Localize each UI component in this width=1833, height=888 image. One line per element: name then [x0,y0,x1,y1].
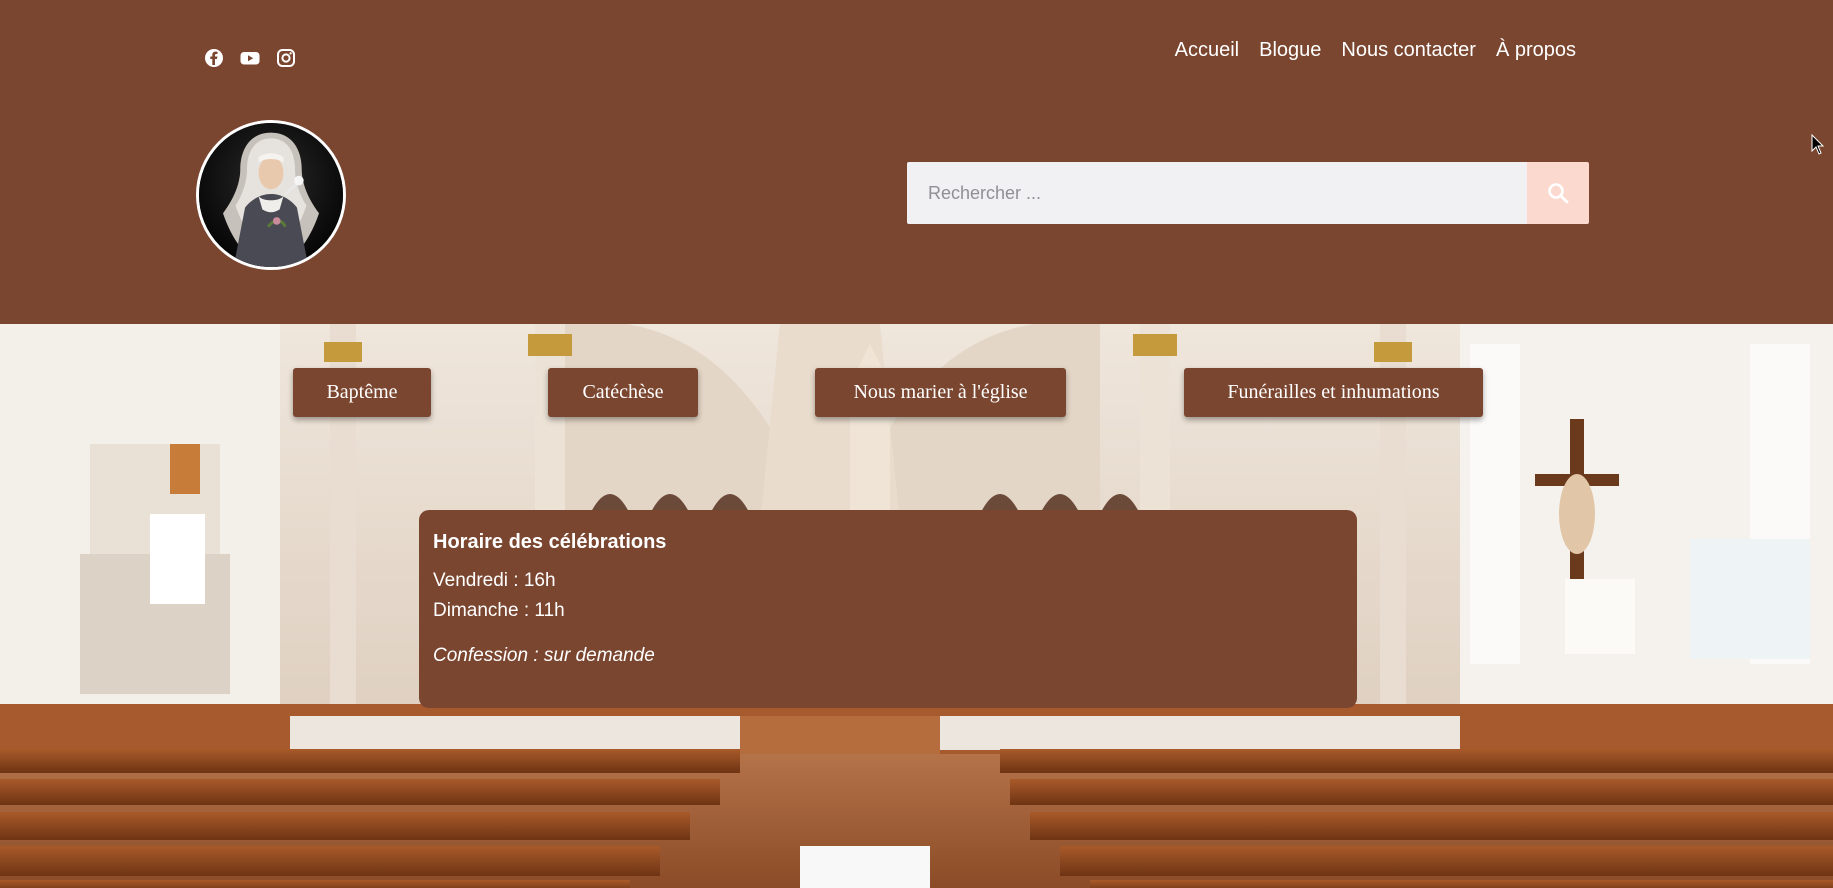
nav-accueil[interactable]: Accueil [1175,39,1239,62]
schedule-confession: Confession : sur demande [433,645,655,666]
search-icon [1547,182,1569,204]
schedule-card: Horaire des célébrations Vendredi : 16h … [419,510,1357,708]
nav-blogue[interactable]: Blogue [1259,39,1321,62]
catechese-button[interactable]: Catéchèse [548,368,698,417]
social-links [204,48,296,68]
search-input[interactable] [907,162,1527,224]
search-button[interactable] [1527,162,1589,224]
hero-section: Baptême Catéchèse Nous marier à l'église… [0,324,1833,888]
youtube-icon[interactable] [240,48,260,68]
mariage-button[interactable]: Nous marier à l'église [815,368,1066,417]
funerailles-button[interactable]: Funérailles et inhumations [1184,368,1483,417]
search-form [907,162,1589,224]
schedule-line-dimanche: Dimanche : 11h [433,600,565,621]
schedule-title: Horaire des célébrations [433,531,667,553]
bapteme-button[interactable]: Baptême [293,368,431,417]
instagram-icon[interactable] [276,48,296,68]
nav-a-propos[interactable]: À propos [1496,39,1576,62]
main-nav: Accueil Blogue Nous contacter À propos [1175,39,1576,62]
facebook-icon[interactable] [204,48,224,68]
nav-contact[interactable]: Nous contacter [1341,39,1476,62]
site-header: Accueil Blogue Nous contacter À propos [0,0,1833,324]
schedule-line-vendredi: Vendredi : 16h [433,570,556,591]
mouse-cursor-icon [1811,134,1825,155]
parish-logo[interactable] [196,120,346,270]
